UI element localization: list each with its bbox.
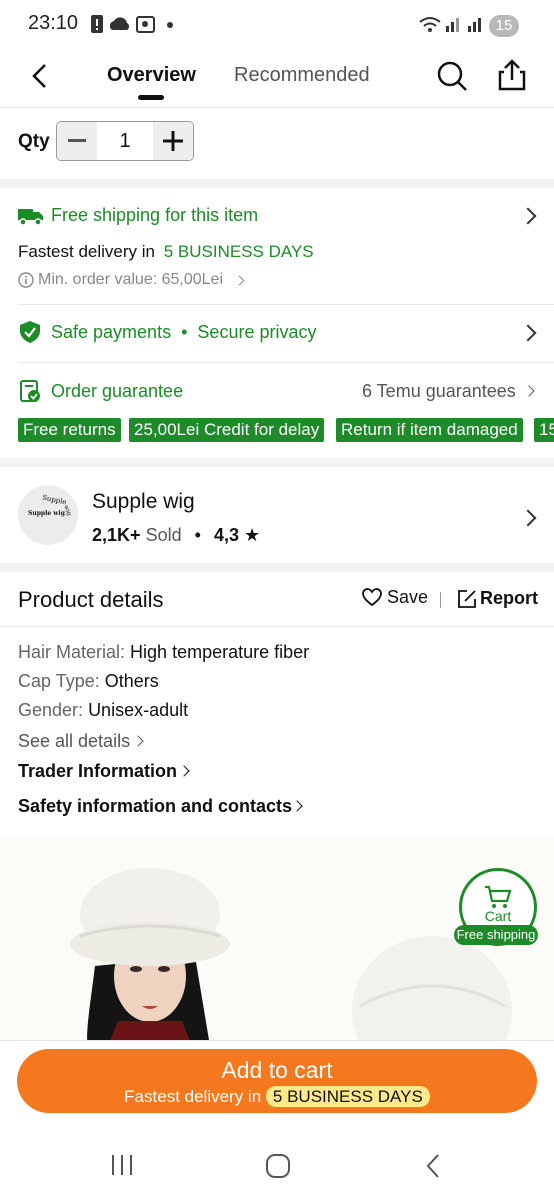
tab-active-indicator bbox=[138, 95, 164, 100]
guarantee-count: 6 Temu guarantees bbox=[362, 381, 516, 401]
divider bbox=[440, 592, 441, 608]
store-sold-count: 2,1K+ bbox=[92, 525, 141, 545]
add-to-cart-delivery-prefix: Fastest delivery in bbox=[124, 1087, 262, 1106]
save-label: Save bbox=[387, 587, 429, 607]
detail-value: Unisex-adult bbox=[88, 700, 189, 720]
section-gap bbox=[0, 179, 554, 188]
chevron-right-small-icon bbox=[132, 735, 144, 747]
cart-label: Cart bbox=[484, 908, 512, 924]
chevron-right-icon bbox=[519, 324, 537, 342]
secure-privacy-label: Secure privacy bbox=[197, 322, 317, 342]
badge-more: 15 bbox=[534, 418, 554, 442]
see-all-details-link[interactable]: See all details bbox=[18, 731, 130, 752]
system-nav-bar bbox=[0, 1124, 554, 1200]
info-icon bbox=[18, 272, 34, 288]
order-guarantee-row[interactable]: Order guarantee 6 Temu guarantees bbox=[0, 363, 554, 458]
separator-dot: • bbox=[194, 525, 201, 545]
detail-value: Others bbox=[104, 671, 159, 691]
detail-value: High temperature fiber bbox=[130, 642, 310, 662]
store-logo-text-top: Supple bbox=[41, 493, 68, 507]
tab-overview[interactable]: Overview bbox=[107, 64, 196, 87]
chevron-right-icon bbox=[519, 509, 537, 527]
divider bbox=[0, 626, 554, 627]
badge-credit-for-delay: 25,00Lei Credit for delay bbox=[129, 418, 325, 442]
order-guarantee-title: Order guarantee bbox=[51, 381, 184, 401]
fastest-delivery-days: 5 BUSINESS DAYS bbox=[163, 242, 314, 261]
qty-label: Qty bbox=[18, 131, 50, 152]
separator-dot: • bbox=[181, 322, 188, 342]
status-time: 23:10 bbox=[28, 12, 79, 34]
safety-information-link[interactable]: Safety information and contacts bbox=[18, 796, 292, 817]
store-name: Supple wig bbox=[92, 490, 195, 513]
detail-key: Hair Material: bbox=[18, 642, 126, 662]
section-gap bbox=[0, 458, 554, 467]
share-icon[interactable] bbox=[497, 58, 527, 92]
back-arrow-icon[interactable] bbox=[30, 63, 50, 89]
report-label: Report bbox=[480, 588, 538, 608]
shield-check-icon bbox=[20, 321, 40, 343]
cart-icon bbox=[485, 885, 512, 908]
back-icon[interactable] bbox=[424, 1153, 442, 1179]
plus-icon bbox=[163, 131, 183, 151]
quantity-stepper: 1 bbox=[56, 121, 194, 161]
search-icon[interactable] bbox=[436, 60, 468, 92]
home-icon[interactable] bbox=[265, 1153, 291, 1179]
chevron-right-small-icon bbox=[234, 275, 245, 286]
chevron-right-small-icon bbox=[178, 765, 190, 777]
battery-badge: 15 bbox=[489, 15, 519, 37]
detail-key: Cap Type: bbox=[18, 671, 100, 691]
add-to-cart-delivery-days: 5 BUSINESS DAYS bbox=[265, 1086, 430, 1107]
store-sold-label: Sold bbox=[145, 525, 182, 545]
signal-icons bbox=[419, 17, 481, 32]
recent-apps-icon[interactable] bbox=[111, 1154, 135, 1176]
add-to-cart-delivery: Fastest delivery in 5 BUSINESS DAYS bbox=[17, 1086, 537, 1107]
badge-return-if-damaged: Return if item damaged bbox=[336, 418, 523, 442]
status-bar: 23:10 15 bbox=[0, 0, 554, 50]
free-shipping-title: Free shipping for this item bbox=[51, 205, 259, 225]
safe-payments-label: Safe payments bbox=[51, 322, 172, 342]
store-row[interactable]: Supple Supple wig wig Supple wig 2,1K+ S… bbox=[0, 467, 554, 563]
minus-icon bbox=[68, 139, 86, 142]
product-details-title: Product details bbox=[18, 587, 164, 612]
detail-key: Gender: bbox=[18, 700, 84, 720]
truck-icon bbox=[18, 209, 43, 226]
tab-recommended[interactable]: Recommended bbox=[234, 64, 370, 87]
trader-information-link[interactable]: Trader Information bbox=[18, 761, 177, 782]
store-logo-text-mid: Supple wig bbox=[28, 510, 65, 517]
shipping-row[interactable]: Free shipping for this item Fastest deli… bbox=[0, 188, 554, 304]
safe-payments-row[interactable]: Safe payments • Secure privacy bbox=[0, 305, 554, 362]
chevron-right-small-icon bbox=[523, 385, 535, 397]
detail-row-cap-type: Cap Type: Others bbox=[18, 671, 159, 692]
fastest-delivery: Fastest delivery in 5 BUSINESS DAYS bbox=[18, 242, 314, 262]
add-to-cart-button[interactable]: Add to cart Fastest delivery in 5 BUSINE… bbox=[17, 1049, 537, 1113]
chevron-right-small-icon bbox=[291, 800, 303, 812]
heart-icon bbox=[362, 588, 382, 606]
chevron-right-icon bbox=[519, 207, 537, 225]
min-order-value: Min. order value: 65,00Lei bbox=[38, 271, 223, 288]
safe-payments-text: Safe payments • Secure privacy bbox=[51, 322, 316, 343]
guarantee-icon bbox=[20, 380, 40, 402]
section-gap bbox=[0, 563, 554, 572]
detail-row-gender: Gender: Unisex-adult bbox=[18, 700, 188, 721]
decrease-qty-button[interactable] bbox=[57, 122, 97, 160]
add-to-cart-label: Add to cart bbox=[221, 1057, 333, 1083]
store-stats: 2,1K+ Sold • 4,3 ★ bbox=[92, 525, 260, 546]
badge-free-returns: Free returns bbox=[18, 418, 121, 442]
increase-qty-button[interactable] bbox=[153, 122, 193, 160]
star-icon: ★ bbox=[243, 525, 261, 545]
fastest-delivery-prefix: Fastest delivery in bbox=[18, 242, 155, 261]
edit-report-icon bbox=[458, 590, 476, 608]
qty-value[interactable]: 1 bbox=[97, 122, 153, 160]
cart-free-shipping-badge: Free shipping bbox=[454, 925, 538, 945]
notification-icons bbox=[91, 15, 173, 33]
store-avatar: Supple Supple wig wig bbox=[18, 485, 78, 545]
detail-row-hair-material: Hair Material: High temperature fiber bbox=[18, 642, 309, 663]
store-rating: 4,3 bbox=[213, 525, 239, 545]
